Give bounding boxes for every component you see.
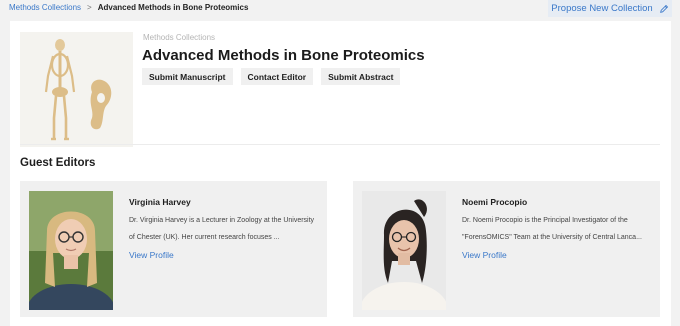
collection-kicker: Methods Collections xyxy=(143,33,216,42)
contact-editor-button[interactable]: Contact Editor xyxy=(240,68,314,85)
editor-bio-line: Dr. Virginia Harvey is a Lecturer in Zoo… xyxy=(129,217,315,224)
editor-photo xyxy=(362,191,446,310)
editor-photo xyxy=(29,191,113,310)
collection-panel: Methods Collections Advanced Methods in … xyxy=(10,21,671,326)
propose-new-collection-button[interactable]: Propose New Collection xyxy=(548,0,672,17)
editor-bio-line: "ForensOMICS" Team at the University of … xyxy=(462,234,642,241)
breadcrumb-link-methods-collections[interactable]: Methods Collections xyxy=(9,3,81,12)
editor-bio-line: of Chester (UK). Her current research fo… xyxy=(129,234,280,241)
collection-actions: Submit Manuscript Contact Editor Submit … xyxy=(142,68,401,85)
editor-bio: Dr. Noemi Procopio is the Principal Inve… xyxy=(462,212,652,246)
editor-bio: Dr. Virginia Harvey is a Lecturer in Zoo… xyxy=(129,212,319,246)
editor-name: Virginia Harvey xyxy=(129,197,191,207)
collection-title: Advanced Methods in Bone Proteomics xyxy=(142,47,425,64)
skeleton-illustration xyxy=(20,32,133,147)
editor-name: Noemi Procopio xyxy=(462,197,528,207)
breadcrumb-current: Advanced Methods in Bone Proteomics xyxy=(97,3,249,12)
propose-button-label: Propose New Collection xyxy=(551,3,653,14)
editor-card: Noemi Procopio Dr. Noemi Procopio is the… xyxy=(353,181,660,317)
breadcrumb-separator: > xyxy=(87,3,92,12)
submit-manuscript-button[interactable]: Submit Manuscript xyxy=(142,68,233,85)
editor-card: Virginia Harvey Dr. Virginia Harvey is a… xyxy=(20,181,327,317)
section-divider xyxy=(20,144,660,145)
submit-abstract-button[interactable]: Submit Abstract xyxy=(321,68,401,85)
breadcrumb: Methods Collections > Advanced Methods i… xyxy=(9,3,248,12)
guest-editors-heading: Guest Editors xyxy=(20,157,96,169)
editor-bio-line: Dr. Noemi Procopio is the Principal Inve… xyxy=(462,217,628,224)
view-profile-link[interactable]: View Profile xyxy=(462,250,507,260)
pencil-icon xyxy=(659,4,668,13)
top-bar: Methods Collections > Advanced Methods i… xyxy=(0,0,680,18)
view-profile-link[interactable]: View Profile xyxy=(129,250,174,260)
